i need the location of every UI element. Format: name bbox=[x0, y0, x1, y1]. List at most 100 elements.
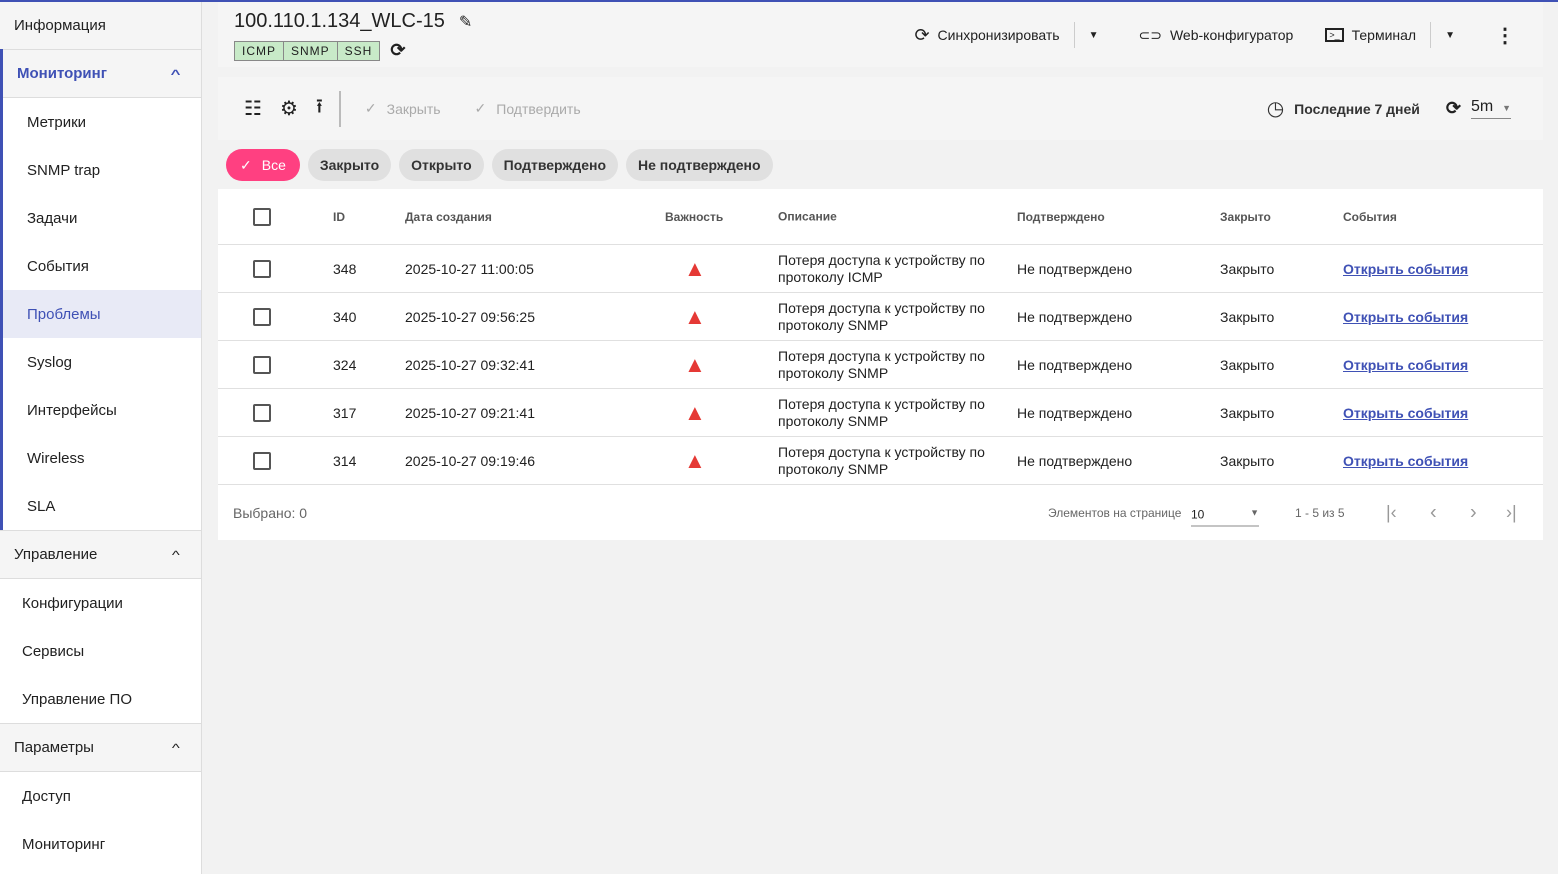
sidebar-group-monitoring[interactable]: Мониторинг ^ bbox=[3, 49, 201, 98]
problems-table: ID Дата создания Важность Описание Подтв… bbox=[218, 189, 1543, 540]
row-checkbox[interactable] bbox=[253, 403, 271, 422]
table-row[interactable]: 340 2025-10-27 09:56:25 ▲ Потеря доступа… bbox=[218, 293, 1543, 341]
sidebar-item[interactable]: Доступ bbox=[0, 772, 201, 820]
clock-icon: ◷ bbox=[1266, 98, 1285, 120]
confirm-label: Подтвердить bbox=[496, 100, 581, 117]
cell-confirmed: Не подтверждено bbox=[1017, 308, 1133, 325]
tag-snmp: SNMP bbox=[284, 40, 338, 61]
per-page-select[interactable]: 10 ▼ bbox=[1191, 508, 1259, 527]
table-row[interactable]: 348 2025-10-27 11:00:05 ▲ Потеря доступа… bbox=[218, 245, 1543, 293]
device-header: 100.110.1.134_WLC-15 ✎ ICMP SNMP SSH ⟳ ⟳ С… bbox=[218, 2, 1543, 67]
confirm-button[interactable]: ✓ Подтвердить bbox=[475, 100, 581, 117]
sidebar-item[interactable]: Конфигурации bbox=[0, 579, 201, 627]
cell-description: Потеря доступа к устройству по протоколу… bbox=[778, 251, 985, 285]
table-footer: Выбрано: 0 Элементов на странице 10 ▼ 1 -… bbox=[218, 485, 1543, 540]
table-row[interactable]: 317 2025-10-27 09:21:41 ▲ Потеря доступа… bbox=[218, 389, 1543, 437]
col-id[interactable]: ID bbox=[333, 210, 345, 224]
prev-page-icon[interactable]: ‹ bbox=[1430, 501, 1437, 524]
close-label: Закрыть bbox=[386, 100, 441, 117]
refresh-icon[interactable]: ⟳ bbox=[390, 40, 405, 61]
chevron-up-icon: ^ bbox=[170, 66, 181, 81]
col-closed[interactable]: Закрыто bbox=[1220, 210, 1271, 224]
period-button[interactable]: ◷ Последние 7 дней bbox=[1267, 96, 1420, 121]
open-events-link[interactable]: Открыть события bbox=[1343, 309, 1468, 325]
cell-id: 340 bbox=[333, 308, 357, 325]
row-checkbox[interactable] bbox=[253, 355, 271, 374]
chevron-up-icon: ^ bbox=[172, 740, 181, 755]
filter-settings-icon[interactable]: ☷ bbox=[244, 96, 262, 121]
row-checkbox[interactable] bbox=[253, 451, 271, 470]
group-label: Мониторинг bbox=[17, 65, 107, 82]
more-vert-icon[interactable]: ⋮ bbox=[1495, 23, 1515, 48]
col-events[interactable]: События bbox=[1343, 210, 1397, 224]
sidebar-item[interactable]: Wireless bbox=[3, 434, 201, 482]
cell-date: 2025-10-27 09:56:25 bbox=[405, 308, 535, 325]
web-config-label: Web-конфигуратор bbox=[1169, 27, 1294, 43]
sidebar-item[interactable]: Интерфейсы bbox=[3, 386, 201, 434]
toolbar: ☷ ⚙ ⭱ ✓ Закрыть ✓ Подтвердить ◷ Последние 7… bbox=[218, 77, 1543, 140]
open-events-link[interactable]: Открыть события bbox=[1343, 261, 1468, 277]
web-config-button[interactable]: ⊂⊃ Web-конфигуратор bbox=[1139, 27, 1294, 44]
cell-confirmed: Не подтверждено bbox=[1017, 452, 1133, 469]
close-button[interactable]: ✓ Закрыть bbox=[365, 100, 441, 117]
cell-confirmed: Не подтверждено bbox=[1017, 404, 1133, 421]
warning-icon: ▲ bbox=[684, 255, 706, 281]
sidebar-item[interactable]: Проблемы bbox=[3, 290, 201, 338]
sidebar-item[interactable]: События bbox=[3, 242, 201, 290]
select-all-checkbox[interactable] bbox=[253, 207, 271, 226]
last-page-icon[interactable]: ›| bbox=[1506, 502, 1517, 523]
table-row[interactable]: 314 2025-10-27 09:19:46 ▲ Потеря доступа… bbox=[218, 437, 1543, 485]
sidebar-item[interactable]: SNMP trap bbox=[3, 146, 201, 194]
check-icon: ✓ bbox=[364, 100, 377, 116]
col-severity[interactable]: Важность bbox=[665, 210, 723, 224]
cell-description: Потеря доступа к устройству по протоколу… bbox=[778, 443, 985, 477]
sidebar: Информация Мониторинг ^ Метрики SNMP trap З… bbox=[0, 2, 202, 874]
link-icon: ⊂⊃ bbox=[1138, 26, 1162, 43]
sync-dropdown-icon[interactable]: ▼ bbox=[1089, 30, 1099, 41]
chip-confirmed[interactable]: Подтверждено bbox=[491, 149, 618, 181]
col-date[interactable]: Дата создания bbox=[405, 210, 492, 224]
refresh-interval-value: 5m bbox=[1471, 98, 1494, 115]
chip-open[interactable]: Открыто bbox=[399, 149, 484, 181]
col-confirmed[interactable]: Подтверждено bbox=[1017, 210, 1105, 224]
chip-closed[interactable]: Закрыто bbox=[307, 149, 392, 181]
sidebar-item[interactable]: Задачи bbox=[3, 194, 201, 242]
sidebar-item[interactable]: Метрики bbox=[3, 98, 201, 146]
sidebar-item[interactable]: Управление ПО bbox=[0, 675, 201, 723]
sidebar-item-info[interactable]: Информация bbox=[0, 2, 201, 49]
sidebar-item[interactable]: Сервисы bbox=[0, 627, 201, 675]
sidebar-item[interactable]: Мониторинг bbox=[0, 820, 201, 868]
open-events-link[interactable]: Открыть события bbox=[1343, 357, 1468, 373]
first-page-icon[interactable]: |‹ bbox=[1386, 502, 1397, 523]
sidebar-item[interactable]: SLA bbox=[3, 482, 201, 530]
sidebar-group-params[interactable]: Параметры ^ bbox=[0, 723, 201, 772]
upload-icon[interactable]: ⭱ bbox=[316, 92, 323, 126]
warning-icon: ▲ bbox=[684, 303, 706, 329]
terminal-label: Терминал bbox=[1351, 27, 1417, 43]
terminal-button[interactable]: >_ Терминал bbox=[1325, 27, 1416, 43]
protocol-tags: ICMP SNMP SSH ⟳ bbox=[234, 40, 405, 61]
open-events-link[interactable]: Открыть события bbox=[1343, 405, 1468, 421]
terminal-dropdown-icon[interactable]: ▼ bbox=[1445, 30, 1455, 41]
col-description[interactable]: Описание bbox=[778, 208, 1003, 225]
row-checkbox[interactable] bbox=[253, 259, 271, 278]
refresh-interval-select[interactable]: 5m ▼ bbox=[1471, 98, 1511, 119]
cell-closed: Закрыто bbox=[1220, 260, 1275, 277]
table-row[interactable]: 324 2025-10-27 09:32:41 ▲ Потеря доступа… bbox=[218, 341, 1543, 389]
row-checkbox[interactable] bbox=[253, 307, 271, 326]
sidebar-item[interactable]: Syslog bbox=[3, 338, 201, 386]
per-page-value: 10 bbox=[1191, 507, 1205, 522]
chip-unconfirmed[interactable]: Не подтверждено bbox=[626, 149, 773, 181]
warning-icon: ▲ bbox=[684, 447, 706, 473]
chip-all[interactable]: ✓ Все bbox=[226, 149, 300, 181]
group-label: Параметры bbox=[14, 739, 94, 756]
cell-closed: Закрыто bbox=[1220, 452, 1275, 469]
open-events-link[interactable]: Открыть события bbox=[1343, 453, 1468, 469]
divider bbox=[1073, 22, 1075, 48]
next-page-icon[interactable]: › bbox=[1470, 501, 1477, 524]
sync-button[interactable]: ⟳ Синхронизировать bbox=[914, 25, 1059, 46]
sidebar-group-management[interactable]: Управление ^ bbox=[0, 530, 201, 579]
edit-icon[interactable]: ✎ bbox=[459, 12, 472, 32]
gear-icon[interactable]: ⚙ bbox=[280, 96, 298, 121]
cell-id: 348 bbox=[333, 260, 357, 277]
